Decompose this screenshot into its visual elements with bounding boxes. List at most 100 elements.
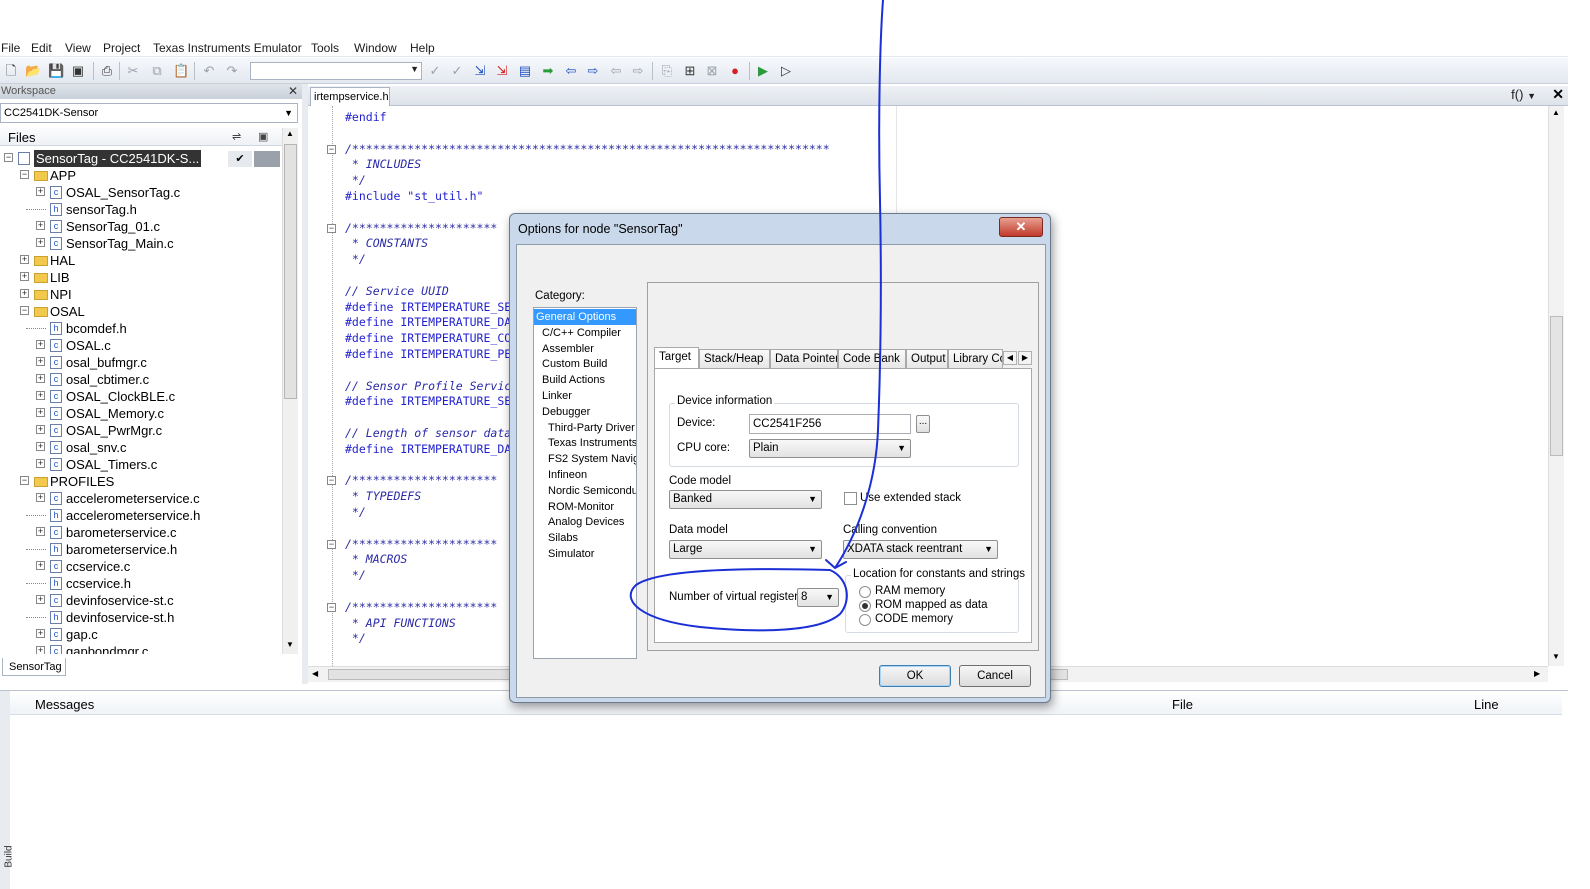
tree-file[interactable]: + c gapbondmgr.c xyxy=(0,643,282,654)
line-column[interactable]: Line xyxy=(1474,697,1499,712)
menu-texas-instruments-emulator[interactable]: Texas Instruments Emulator xyxy=(153,41,302,55)
build-side-tab[interactable]: Build xyxy=(4,845,15,867)
device-field[interactable]: CC2541F256 xyxy=(749,414,911,434)
tree-file[interactable]: h sensorTag.h xyxy=(0,201,282,218)
collapse-icon[interactable]: − xyxy=(4,153,13,162)
category-item[interactable]: Infineon xyxy=(534,467,636,483)
overview-icon[interactable]: ▣ xyxy=(258,130,268,143)
tree-file[interactable]: + c devinfoservice-st.c xyxy=(0,592,282,609)
tree-file[interactable]: h bcomdef.h xyxy=(0,320,282,337)
category-item[interactable]: Build Actions xyxy=(534,372,636,388)
expand-icon[interactable]: + xyxy=(36,459,45,468)
menu-edit[interactable]: Edit xyxy=(31,41,52,55)
find-next-icon[interactable]: ✓ xyxy=(449,63,465,79)
expand-icon[interactable]: + xyxy=(36,187,45,196)
expand-icon[interactable]: + xyxy=(36,646,45,654)
find-combo[interactable]: ▼ xyxy=(250,62,422,80)
fold-toggle-icon[interactable]: − xyxy=(327,539,336,549)
data-model-select[interactable]: Large ▼ xyxy=(669,540,822,559)
category-item[interactable]: FS2 System Navig xyxy=(534,451,636,467)
category-item[interactable]: Texas Instruments xyxy=(534,435,636,451)
workspace-tab-sensortag[interactable]: SensorTag xyxy=(2,658,66,676)
debug-without-download-icon[interactable]: ▷ xyxy=(778,63,794,79)
menu-view[interactable]: View xyxy=(65,41,91,55)
location-radio[interactable] xyxy=(859,614,871,626)
expand-icon[interactable]: + xyxy=(36,221,45,230)
expand-icon[interactable]: + xyxy=(36,493,45,502)
expand-icon[interactable]: + xyxy=(36,527,45,536)
stop-build-icon[interactable]: ⊠ xyxy=(704,63,720,79)
menu-project[interactable]: Project xyxy=(103,41,140,55)
tree-file[interactable]: h accelerometerservice.h xyxy=(0,507,282,524)
menu-help[interactable]: Help xyxy=(410,41,435,55)
tree-file[interactable]: + c gap.c xyxy=(0,626,282,643)
tree-folder[interactable]: + LIB xyxy=(0,269,282,286)
scrollbar-thumb[interactable] xyxy=(284,144,297,399)
tree-file[interactable]: h ccservice.h xyxy=(0,575,282,592)
tab-code-bank[interactable]: Code Bank xyxy=(838,349,906,368)
tree-file[interactable]: + c barometerservice.c xyxy=(0,524,282,541)
function-dropdown[interactable]: f() ▼ xyxy=(1511,87,1536,102)
scroll-right-icon[interactable]: ▶ xyxy=(1534,669,1540,678)
fold-toggle-icon[interactable]: − xyxy=(327,602,336,612)
tab-target[interactable]: Target xyxy=(654,347,699,369)
category-item[interactable]: Silabs xyxy=(534,530,636,546)
expand-icon[interactable]: + xyxy=(36,340,45,349)
category-item[interactable]: C/C++ Compiler xyxy=(534,325,636,341)
category-item[interactable]: Simulator xyxy=(534,546,636,562)
breakpoint-icon[interactable]: ● xyxy=(727,63,743,79)
category-item[interactable]: Debugger xyxy=(534,404,636,420)
tree-file[interactable]: + c SensorTag_Main.c xyxy=(0,235,282,252)
ok-button[interactable]: OK xyxy=(879,665,951,687)
category-item[interactable]: Linker xyxy=(534,388,636,404)
collapse-icon[interactable]: − xyxy=(20,170,29,179)
scroll-up-icon[interactable]: ▲ xyxy=(286,129,294,138)
expand-icon[interactable]: + xyxy=(36,357,45,366)
tree-file[interactable]: + c osal_bufmgr.c xyxy=(0,354,282,371)
category-item[interactable]: Analog Devices xyxy=(534,514,636,530)
editor-vertical-scrollbar[interactable]: ▲ ▼ xyxy=(1548,106,1564,666)
open-folder-icon[interactable]: 📂 xyxy=(25,63,41,79)
tree-file[interactable]: + c osal_cbtimer.c xyxy=(0,371,282,388)
workspace-scrollbar[interactable]: ▲ ▼ xyxy=(282,128,298,654)
expand-icon[interactable]: + xyxy=(36,561,45,570)
tree-file[interactable]: + c osal_snv.c xyxy=(0,439,282,456)
editor-tab-irtempservice[interactable]: irtempservice.h xyxy=(310,87,390,106)
scroll-down-icon[interactable]: ▼ xyxy=(1552,652,1560,661)
file-column[interactable]: File xyxy=(1172,697,1193,712)
category-item[interactable]: Assembler xyxy=(534,341,636,357)
tree-project[interactable]: − SensorTag - CC2541DK-S... ✔ xyxy=(0,150,282,167)
tree-file[interactable]: + c OSAL.c xyxy=(0,337,282,354)
scroll-down-icon[interactable]: ▼ xyxy=(286,640,294,649)
fold-toggle-icon[interactable]: − xyxy=(327,223,336,233)
make-icon[interactable]: ⊞ xyxy=(682,63,698,79)
tab-library-cor[interactable]: Library Cor xyxy=(948,349,1003,368)
tree-folder[interactable]: + HAL xyxy=(0,252,282,269)
nav-back-icon[interactable]: ⇦ xyxy=(563,63,579,79)
save-icon[interactable]: 💾 xyxy=(48,63,64,79)
new-file-icon[interactable]: 🗋 xyxy=(3,63,19,79)
copy-icon[interactable]: ⧉ xyxy=(149,63,165,79)
fold-toggle-icon[interactable]: − xyxy=(327,144,336,154)
tab-scroll-right-icon[interactable]: ▶ xyxy=(1018,351,1032,365)
close-icon[interactable]: ✕ xyxy=(1552,86,1564,103)
tree-file[interactable]: + c OSAL_PwrMgr.c xyxy=(0,422,282,439)
expand-icon[interactable]: + xyxy=(20,272,29,281)
cancel-button[interactable]: Cancel xyxy=(959,665,1031,687)
expand-icon[interactable]: + xyxy=(36,425,45,434)
tree-file[interactable]: h devinfoservice-st.h xyxy=(0,609,282,626)
expand-icon[interactable]: + xyxy=(36,391,45,400)
tree-file[interactable]: + c OSAL_Timers.c xyxy=(0,456,282,473)
forward-icon[interactable]: ➡ xyxy=(540,63,556,79)
expand-icon[interactable]: + xyxy=(36,408,45,417)
toggle-breakpoint-icon[interactable]: ⇦ xyxy=(608,63,624,79)
category-item[interactable]: Nordic Semiconduc xyxy=(534,483,636,499)
nav-forward-icon[interactable]: ⇨ xyxy=(585,63,601,79)
menu-file[interactable]: File xyxy=(1,41,20,55)
expand-icon[interactable]: + xyxy=(20,289,29,298)
download-debug-icon[interactable]: ▶ xyxy=(755,63,771,79)
tree-file[interactable]: + c SensorTag_01.c xyxy=(0,218,282,235)
options-icon[interactable]: ⇌ xyxy=(232,130,241,143)
tree-file[interactable]: + c OSAL_SensorTag.c xyxy=(0,184,282,201)
menu-window[interactable]: Window xyxy=(354,41,397,55)
